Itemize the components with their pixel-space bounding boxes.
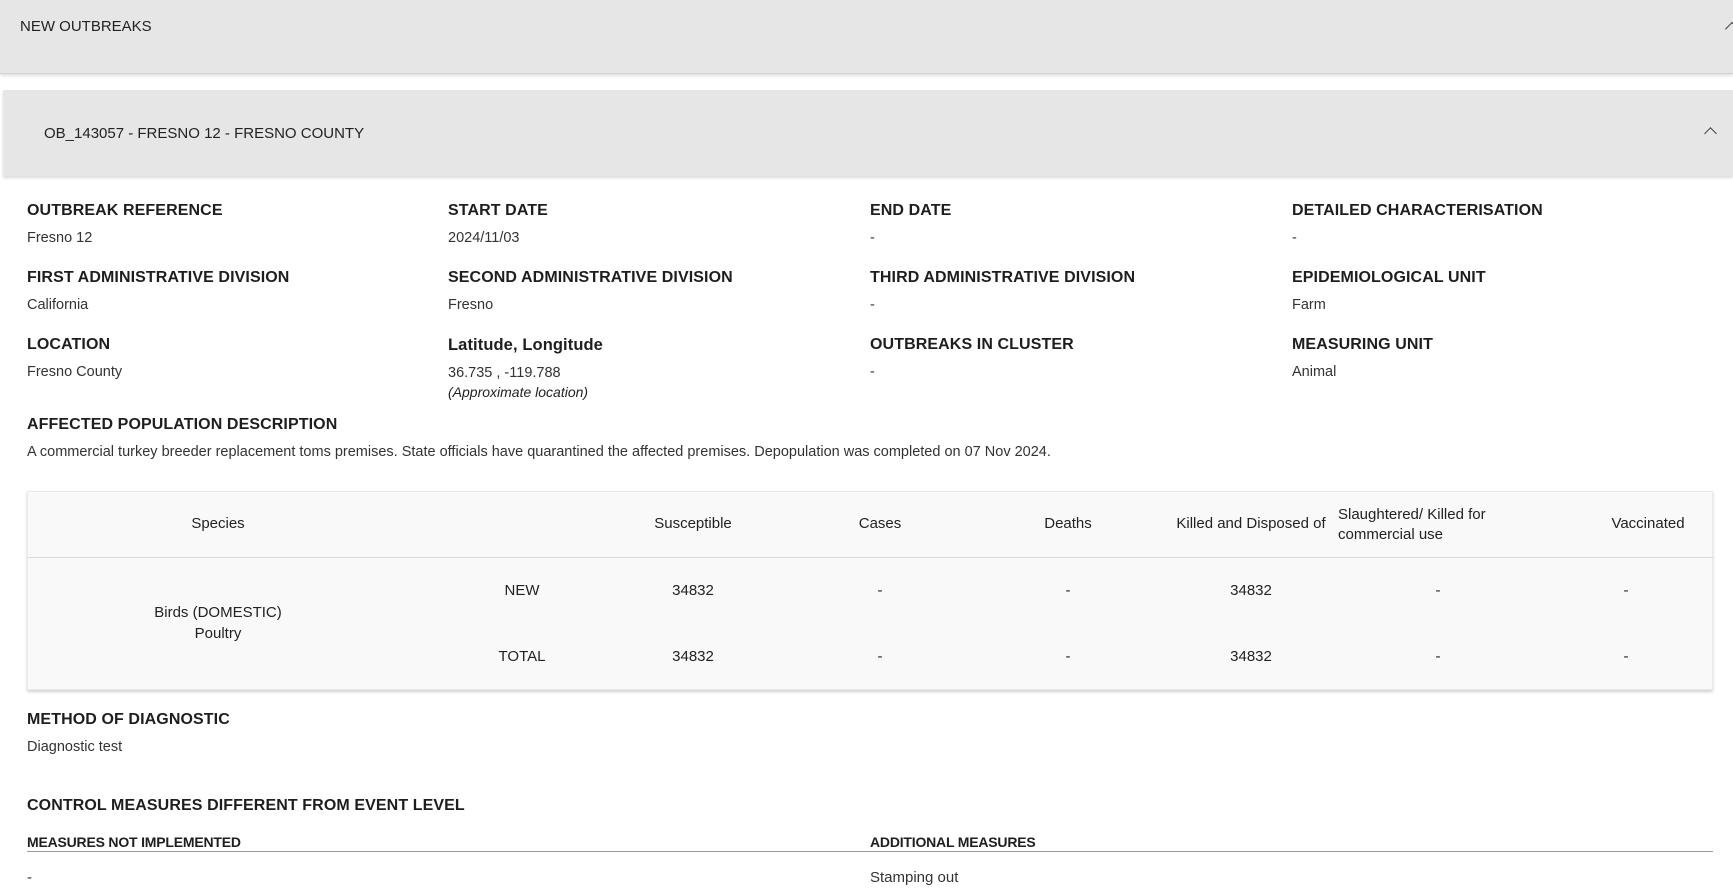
row-total-killed: 34832 xyxy=(1230,648,1272,665)
row-new-killed: 34832 xyxy=(1230,582,1272,599)
row-total-vaccinated: - xyxy=(1623,648,1629,665)
row-total-deaths: - xyxy=(1065,648,1071,665)
outbreak-title: OB_143057 - FRESNO 12 - FRESNO COUNTY xyxy=(44,125,365,142)
th-slaughtered: Slaughtered/ Killed for commercial use xyxy=(1338,506,1486,543)
additional-measures-value: Stamping out xyxy=(870,869,959,886)
row-new-cases: - xyxy=(877,582,883,599)
outbreak-panel-header[interactable]: OB_143057 - FRESNO 12 - FRESNO COUNTY xyxy=(3,90,1733,176)
field-detailed-characterisation: DETAILED CHARACTERISATION - xyxy=(1292,202,1543,246)
approximate-location-note: (Approximate location) xyxy=(448,384,589,400)
divider-line xyxy=(27,851,870,852)
th-killed: Killed and Disposed of xyxy=(1176,515,1326,532)
field-end-date: END DATE - xyxy=(870,202,952,246)
field-second-admin-division: SECOND ADMINISTRATIVE DIVISION Fresno xyxy=(448,269,733,313)
chevron-up-icon[interactable] xyxy=(1724,21,1733,37)
species-line1: Birds (DOMESTIC) xyxy=(154,604,282,621)
additional-measures-label: ADDITIONAL MEASURES xyxy=(870,834,1036,850)
row-new-deaths: - xyxy=(1065,582,1071,599)
row-new-type: NEW xyxy=(504,582,540,599)
control-measures-title: CONTROL MEASURES DIFFERENT FROM EVENT LE… xyxy=(27,797,465,814)
th-susceptible: Susceptible xyxy=(654,515,732,532)
th-deaths: Deaths xyxy=(1044,515,1092,532)
row-total-cases: - xyxy=(877,648,883,665)
measures-not-implemented-value: - xyxy=(27,869,32,886)
measures-not-implemented-label: MEASURES NOT IMPLEMENTED xyxy=(27,834,241,850)
field-measuring-unit: MEASURING UNIT Animal xyxy=(1292,336,1433,380)
field-location: LOCATION Fresno County xyxy=(27,336,123,380)
field-third-admin-division: THIRD ADMINISTRATIVE DIVISION - xyxy=(870,269,1136,313)
header-divider xyxy=(28,557,1714,558)
field-outbreaks-in-cluster: OUTBREAKS IN CLUSTER - xyxy=(870,336,1074,380)
field-affected-population: AFFECTED POPULATION DESCRIPTION A commer… xyxy=(27,416,1051,460)
field-epidemiological-unit: EPIDEMIOLOGICAL UNIT Farm xyxy=(1292,269,1486,313)
field-method-of-diagnostic: METHOD OF DIAGNOSTIC Diagnostic test xyxy=(27,711,230,755)
row-new-vaccinated: - xyxy=(1623,582,1629,599)
field-outbreak-reference: OUTBREAK REFERENCE Fresno 12 xyxy=(27,202,223,246)
field-first-admin-division: FIRST ADMINISTRATIVE DIVISION California xyxy=(27,269,290,313)
species-table: Species Susceptible Cases Deaths Killed … xyxy=(27,491,1714,690)
th-cases: Cases xyxy=(858,515,902,532)
row-total-type: TOTAL xyxy=(498,648,546,665)
new-outbreaks-title: NEW OUTBREAKS xyxy=(20,18,152,35)
row-new-susceptible: 34832 xyxy=(672,582,714,599)
species-line2: Poultry xyxy=(194,625,242,642)
row-total-susceptible: 34832 xyxy=(672,648,714,665)
divider-line xyxy=(870,851,1713,852)
field-lat-long: Latitude, Longitude 36.735 , -119.788 (A… xyxy=(448,336,603,400)
field-start-date: START DATE 2024/11/03 xyxy=(448,202,548,246)
row-new-slaughtered: - xyxy=(1435,582,1441,599)
th-species: Species xyxy=(191,515,245,532)
row-total-slaughtered: - xyxy=(1435,648,1441,665)
th-vaccinated: Vaccinated xyxy=(1611,515,1685,532)
new-outbreaks-panel-header[interactable]: NEW OUTBREAKS xyxy=(0,0,1733,74)
